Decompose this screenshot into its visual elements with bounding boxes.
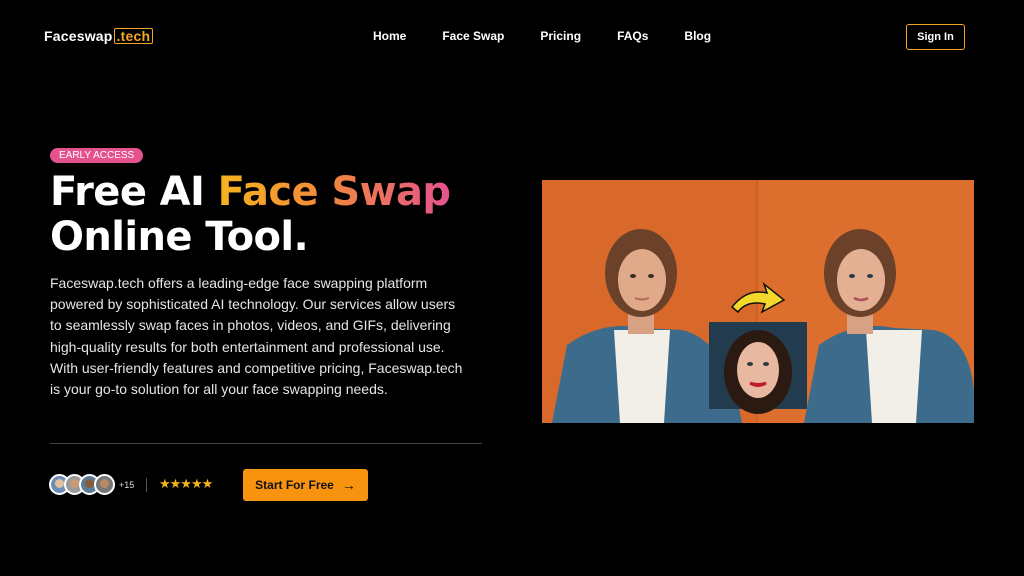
source-face-thumbnail (709, 322, 807, 414)
arrow-right-icon: → (341, 477, 356, 493)
nav-blog[interactable]: Blog (684, 29, 711, 43)
start-for-free-button[interactable]: Start For Free → (243, 469, 368, 501)
nav-home[interactable]: Home (373, 29, 406, 43)
title-line2: Online Tool. (50, 214, 309, 260)
title-plain: Free AI (50, 169, 218, 215)
title-highlight: Face Swap (217, 169, 451, 215)
divider (50, 443, 482, 444)
hero-title: Free AI Face Swap Online Tool. (50, 169, 451, 260)
face-swap-demo-image (542, 180, 974, 423)
main-menu: Home Face Swap Pricing FAQs Blog (373, 29, 747, 43)
hero-description: Faceswap.tech offers a leading-edge face… (50, 275, 463, 398)
rating-stars-icon: ★★★★★ (159, 476, 213, 491)
top-navbar: Faceswap .tech Home Face Swap Pricing FAQ… (0, 0, 1024, 72)
early-access-badge: EARLY ACCESS (50, 148, 144, 163)
separator (146, 478, 147, 492)
user-avatars (49, 474, 115, 495)
avatar (94, 474, 115, 495)
nav-face-swap[interactable]: Face Swap (442, 29, 504, 43)
cta-label: Start For Free (255, 478, 334, 492)
nav-pricing[interactable]: Pricing (540, 29, 581, 43)
logo-name: Faceswap (44, 28, 113, 44)
user-count: +15 (119, 480, 135, 490)
sign-in-button[interactable]: Sign In (906, 24, 965, 50)
logo[interactable]: Faceswap .tech (44, 28, 154, 44)
nav-faqs[interactable]: FAQs (617, 29, 648, 43)
logo-domain: .tech (113, 28, 154, 44)
